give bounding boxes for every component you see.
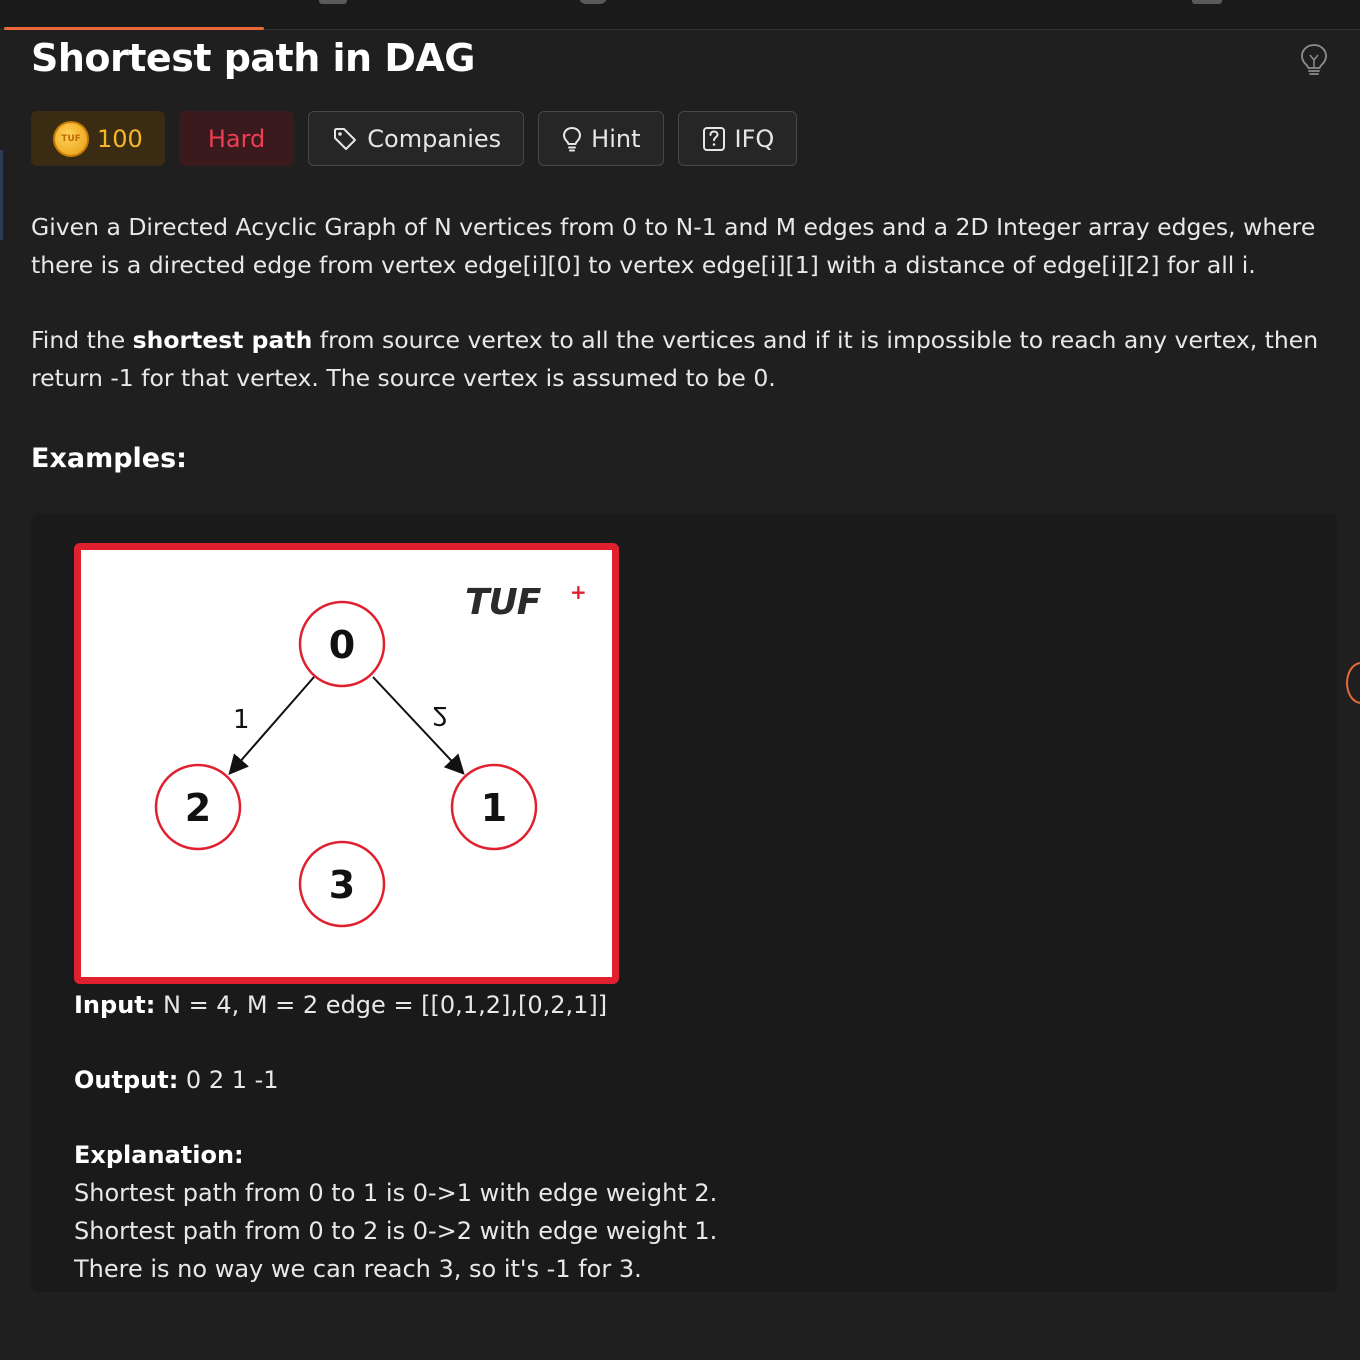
tuf-brand-plus: + (570, 580, 587, 604)
coin-icon: TUF (53, 120, 89, 157)
problem-description: Given a Directed Acyclic Graph of N vert… (31, 208, 1331, 434)
description-paragraph-1: Given a Directed Acyclic Graph of N vert… (31, 213, 1316, 279)
lightbulb-icon[interactable] (1298, 42, 1330, 78)
edge-label-0-1: 2 (432, 700, 449, 730)
description-emphasis: shortest path (132, 326, 313, 354)
problem-title: Shortest path in DAG (31, 36, 475, 80)
explanation-line: Shortest path from 0 to 1 is 0->1 with e… (74, 1179, 718, 1207)
top-tab-bar (0, 0, 1360, 30)
left-edge-marker (0, 150, 3, 240)
output-label: Output: (74, 1066, 179, 1094)
example-input: Input: N = 4, M = 2 edge = [[0,1,2],[0,2… (74, 986, 1074, 1024)
tab-icon-description[interactable] (319, 0, 347, 4)
input-label: Input: (74, 991, 156, 1019)
tab-icon-solution[interactable] (579, 0, 607, 4)
tag-icon (334, 127, 357, 150)
coins-value: 100 (97, 124, 143, 153)
problem-tags: TUF 100 Hard Companies Hint IFQ (31, 111, 798, 166)
ifq-button[interactable]: IFQ (677, 111, 798, 166)
graph-node-label-3: 3 (329, 863, 355, 907)
examples-heading: Examples: (31, 443, 187, 474)
output-value: 0 2 1 -1 (178, 1066, 279, 1094)
example-output: Output: 0 2 1 -1 (74, 1061, 1074, 1099)
graph-node-label-2: 2 (185, 786, 211, 830)
description-paragraph-2: Find the shortest path from source verte… (31, 321, 1331, 397)
hint-bulb-icon (563, 126, 582, 151)
question-doc-icon (702, 126, 725, 151)
graph-node-label-0: 0 (329, 623, 355, 667)
companies-label: Companies (367, 124, 502, 153)
edge-label-0-2: 1 (233, 705, 250, 735)
panel-resize-handle[interactable] (1346, 662, 1360, 704)
ifq-label: IFQ (734, 124, 775, 153)
difficulty-badge: Hard (178, 111, 295, 166)
edge-0-1 (372, 676, 465, 775)
explanation-label-text: Explanation: (74, 1141, 244, 1169)
graph-node-label-1: 1 (481, 786, 507, 830)
explanation-line: There is no way we can reach 3, so it's … (74, 1255, 642, 1283)
active-tab-indicator (4, 27, 264, 30)
example-details: Input: N = 4, M = 2 edge = [[0,1,2],[0,2… (74, 986, 1074, 1288)
explanation-line: Shortest path from 0 to 2 is 0->2 with e… (74, 1217, 718, 1245)
companies-button[interactable]: Companies (308, 111, 525, 166)
input-value: N = 4, M = 2 edge = [[0,1,2],[0,2,1]] (155, 991, 608, 1019)
hint-button[interactable]: Hint (538, 111, 664, 166)
tab-icon-submissions[interactable] (1192, 0, 1222, 4)
coins-badge: TUF 100 (31, 111, 165, 166)
explanation-label: Explanation: (74, 1136, 1074, 1174)
tuf-brand-logo: TUF (465, 582, 542, 623)
hint-label: Hint (591, 124, 641, 153)
example-graph-diagram: TUF + 1 2 0 2 1 3 (74, 543, 619, 984)
description-text: Find the (31, 326, 133, 354)
